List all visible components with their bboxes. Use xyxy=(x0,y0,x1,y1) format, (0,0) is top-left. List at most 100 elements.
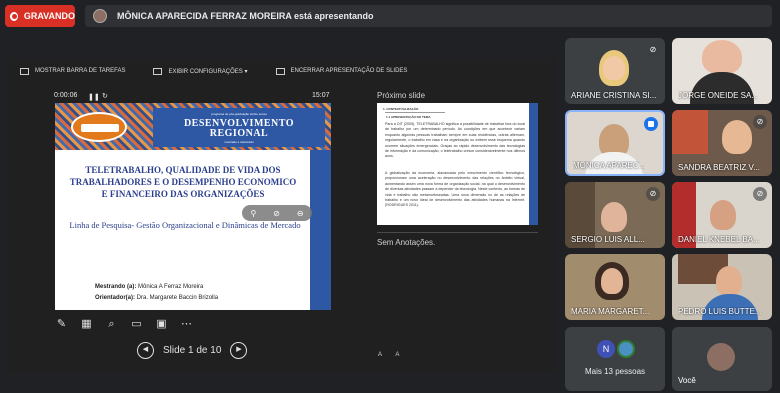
current-slide[interactable]: programa de pós-graduação stricto sensu … xyxy=(55,103,331,310)
participant-tile[interactable]: ⊘ DANIEL KNEBEL BA... xyxy=(672,182,772,248)
participant-tile[interactable]: ⊘ SANDRA BEATRIZ V... xyxy=(672,110,772,176)
participant-name: PEDRO LUIS BUTTE... xyxy=(678,307,762,316)
participant-face xyxy=(710,200,736,230)
heading-underline xyxy=(385,112,445,113)
end-show-button[interactable]: ENCERRAR APRESENTAÇÃO DE SLIDES xyxy=(275,67,408,75)
speaking-icon xyxy=(644,117,658,131)
next-slide-heading-2: 1.1 APRESENTAÇÃO DO TEMA xyxy=(386,115,431,119)
mestrando-name: Mônica A Ferraz Moreira xyxy=(136,284,204,290)
display-settings-button[interactable]: EXIBIR CONFIGURAÇÕES ▾ xyxy=(153,67,248,75)
elapsed-timer: 0:00:06 xyxy=(54,92,78,99)
orientador-line: Orientador(a): Dra. Margarete Baccin Bri… xyxy=(95,295,218,301)
participant-tile[interactable]: PEDRO LUIS BUTTE... xyxy=(672,254,772,320)
slide-subtitle: Linha de Pesquisa- Gestão Organizacional… xyxy=(69,220,301,230)
more-options-icon[interactable]: ⋯ xyxy=(180,317,193,331)
poster-background xyxy=(672,110,708,154)
presenter-text: MÔNICA APARECIDA FERRAZ MOREIRA está apr… xyxy=(117,11,374,21)
mic-off-icon: ⊘ xyxy=(646,187,660,201)
participant-face xyxy=(722,120,752,154)
participant-tile-speaking[interactable]: MÔNICA APAREC... xyxy=(565,110,665,176)
remove-icon[interactable]: ⊖ xyxy=(297,209,304,218)
decrease-font-button[interactable]: A xyxy=(395,352,399,358)
program-title-2: REGIONAL xyxy=(209,128,269,139)
presenter-toolbar: MOSTRAR BARRA DE TAREFAS EXIBIR CONFIGUR… xyxy=(8,58,556,84)
slide-counter: Slide 1 de 10 xyxy=(163,344,222,356)
show-taskbar-button[interactable]: MOSTRAR BARRA DE TAREFAS xyxy=(20,67,126,75)
participant-tile[interactable]: JORGE ONEIDE SA... xyxy=(672,38,772,104)
participant-face xyxy=(601,268,623,294)
reset-timer-icon[interactable]: ↻ xyxy=(102,92,108,100)
self-avatar xyxy=(707,343,735,371)
participant-tile[interactable]: ⊘ ARIANE CRISTINA SI... xyxy=(565,38,665,104)
recording-indicator[interactable]: GRAVANDO xyxy=(5,5,75,27)
monitor-icon xyxy=(153,67,163,75)
program-banner: programa de pós-graduação stricto sensu … xyxy=(153,108,325,147)
next-slide-band xyxy=(529,103,538,225)
participant-name: SANDRA BEATRIZ V... xyxy=(678,163,760,172)
next-slide-paragraph-1: Para a OIT (2005), TELETRABALHO signific… xyxy=(385,122,525,159)
participant-face xyxy=(603,56,625,80)
notes-divider xyxy=(377,232,538,233)
record-icon xyxy=(10,11,18,21)
presenter-banner: MÔNICA APARECIDA FERRAZ MOREIRA está apr… xyxy=(85,5,772,27)
end-show-icon xyxy=(275,67,285,75)
presenter-avatar xyxy=(93,9,107,23)
slide-navigation: ◀ Slide 1 de 10 ▶ xyxy=(137,341,252,359)
recording-label: GRAVANDO xyxy=(23,11,75,21)
pause-timer-icon[interactable]: ❚❚ xyxy=(88,93,100,101)
end-show-label: ENCERRAR APRESENTAÇÃO DE SLIDES xyxy=(290,68,408,74)
slides-grid-icon[interactable]: ▦ xyxy=(80,317,93,331)
participant-initial-avatar: N xyxy=(597,340,615,358)
mic-off-icon: ⊘ xyxy=(753,115,767,129)
program-levels: mestrado e doutorado xyxy=(224,140,254,144)
notes-font-controls: A A xyxy=(378,352,411,358)
orientador-label: Orientador(a): xyxy=(95,295,136,301)
participant-name: MARIA MARGARET... xyxy=(571,307,650,316)
presenter-view: MOSTRAR BARRA DE TAREFAS EXIBIR CONFIGUR… xyxy=(8,58,556,373)
mic-off-icon: ⊘ xyxy=(753,187,767,201)
participant-tile[interactable]: MARIA MARGARET... xyxy=(565,254,665,320)
orientador-name: Dra. Margarete Baccin Brizolla xyxy=(135,295,219,301)
slide-header: programa de pós-graduação stricto sensu … xyxy=(55,103,331,150)
university-logo xyxy=(71,112,127,142)
taskbar-icon xyxy=(20,67,29,75)
meet-window: GRAVANDO MÔNICA APARECIDA FERRAZ MOREIRA… xyxy=(0,0,780,393)
mestrando-line: Mestrando (a): Mônica A Ferraz Moreira xyxy=(95,284,203,290)
slide-title: TELETRABALHO, QUALIDADE DE VIDA DOS TRAB… xyxy=(69,165,297,199)
more-participants-tile[interactable]: N Mais 13 pessoas xyxy=(565,327,665,391)
clock: 15:07 xyxy=(312,92,330,99)
participant-name: JORGE ONEIDE SA... xyxy=(678,91,759,100)
more-participants-label: Mais 13 pessoas xyxy=(584,367,646,376)
participant-name: ARIANE CRISTINA SI... xyxy=(571,91,657,100)
next-slide-heading-1: 1. CONTEXTUALIZAÇÃO xyxy=(383,107,419,111)
mestrando-label: Mestrando (a): xyxy=(95,284,137,290)
participant-face xyxy=(601,202,627,232)
self-tile[interactable]: Você xyxy=(672,327,772,391)
program-type: programa de pós-graduação stricto sensu xyxy=(211,112,267,116)
pin-icon[interactable]: ⚲ xyxy=(250,209,256,218)
mic-off-icon: ⊘ xyxy=(646,43,660,57)
mute-participant-icon[interactable]: ⊘ xyxy=(273,209,280,218)
next-slide-paragraph-2: A globalização da economia, alavancada p… xyxy=(385,171,525,208)
black-screen-icon[interactable]: ▭ xyxy=(130,317,143,331)
next-slide-label: Próximo slide xyxy=(377,91,426,100)
next-slide-icon[interactable]: ▶ xyxy=(230,341,248,359)
pen-icon[interactable]: ✎ xyxy=(55,317,68,331)
participant-face xyxy=(702,40,742,74)
participant-name: MÔNICA APAREC... xyxy=(573,161,646,170)
self-label: Você xyxy=(678,376,696,385)
increase-font-button[interactable]: A xyxy=(378,352,382,358)
participant-tile[interactable]: ⊘ SERGIO LUIS ALL... xyxy=(565,182,665,248)
participant-face xyxy=(716,266,742,296)
participant-photo-avatar xyxy=(617,340,635,358)
display-settings-label: EXIBIR CONFIGURAÇÕES ▾ xyxy=(168,68,248,75)
next-slide-preview[interactable]: 1. CONTEXTUALIZAÇÃO 1.1 APRESENTAÇÃO DO … xyxy=(377,103,538,225)
previous-slide-icon[interactable]: ◀ xyxy=(137,341,154,359)
show-taskbar-label: MOSTRAR BARRA DE TAREFAS xyxy=(35,68,126,74)
subtitles-icon[interactable]: ▣ xyxy=(155,317,168,331)
participant-name: DANIEL KNEBEL BA... xyxy=(678,235,760,244)
slide-tools: ✎ ▦ ⌕ ▭ ▣ ⋯ xyxy=(55,316,205,332)
notes-text: Sem Anotações. xyxy=(377,238,436,247)
zoom-icon[interactable]: ⌕ xyxy=(105,317,118,331)
slide-side-band xyxy=(310,150,331,310)
